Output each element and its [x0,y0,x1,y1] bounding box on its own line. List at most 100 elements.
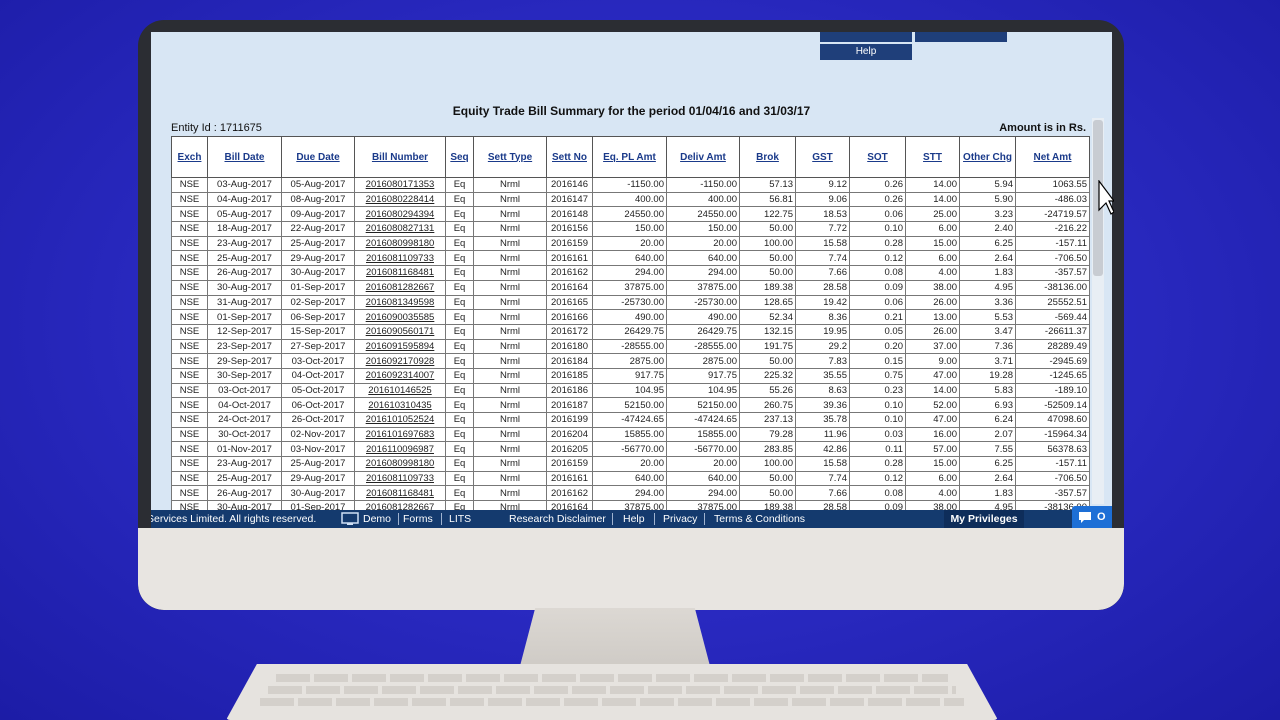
table-cell: 400.00 [666,191,740,208]
copyright-text: Services Limited. All rights reserved. [151,513,317,525]
column-header-exch[interactable]: Exch [171,136,208,178]
table-row: NSE 25-Aug-2017 29-Aug-2017 2016081109733 Eq… [171,470,1090,487]
column-header-brok[interactable]: Brok [739,136,796,178]
table-cell: 294.00 [666,265,740,281]
footer-link-terms[interactable]: Terms & Conditions [714,510,805,528]
table-cell: 2016166 [546,309,593,325]
table-row: NSE 03-Oct-2017 05-Oct-2017 201610146525 Eq N… [171,382,1090,399]
table-row: NSE 29-Sep-2017 03-Oct-2017 2016092170928 Eq… [171,353,1090,369]
column-header-other-chg[interactable]: Other Chg [959,136,1016,178]
table-cell: 122.75 [739,206,796,223]
footer-link-help[interactable]: Help [623,510,645,528]
footer-link-demo[interactable]: Demo [363,510,391,528]
bill-number-link[interactable]: 2016081109733 [354,250,446,267]
bill-number-link[interactable]: 2016092170928 [354,353,446,369]
column-header-eq-pl-amt[interactable]: Eq. PL Amt [592,136,667,178]
table-cell: 100.00 [739,235,796,252]
table-cell: Nrml [473,397,547,413]
table-cell: 400.00 [592,191,667,208]
column-header-net-amt[interactable]: Net Amt [1015,136,1090,178]
column-header-bill-date[interactable]: Bill Date [207,136,282,178]
column-header-gst[interactable]: GST [795,136,850,178]
help-button[interactable]: Help [820,44,912,60]
table-cell: 02-Sep-2017 [281,294,355,311]
export-button[interactable] [820,32,912,42]
bill-number-link[interactable]: 2016080827131 [354,221,446,237]
bill-number-link[interactable]: 2016092314007 [354,367,446,384]
bill-number-link[interactable]: 2016091595894 [354,338,446,355]
print-button[interactable] [915,32,1007,42]
table-cell: NSE [171,265,208,281]
footer-link-privacy[interactable]: Privacy [663,510,697,528]
footer-link-forms[interactable]: Forms [403,510,433,528]
table-cell: 26-Aug-2017 [207,265,282,281]
bill-number-link[interactable]: 2016081168481 [354,265,446,281]
table-row: NSE 18-Aug-2017 22-Aug-2017 2016080827131 Eq… [171,221,1090,237]
column-header-due-date[interactable]: Due Date [281,136,355,178]
my-privileges-button[interactable]: My Privileges [944,510,1024,528]
table-cell: 05-Aug-2017 [281,177,355,193]
table-cell: 0.08 [849,485,906,502]
table-cell: Nrml [473,294,547,311]
table-cell: -24719.57 [1015,206,1090,223]
column-header-seq[interactable]: Seq [445,136,474,178]
bill-number-link[interactable]: 2016080294394 [354,206,446,223]
table-cell: 2.64 [959,250,1016,267]
column-header-stt[interactable]: STT [905,136,960,178]
table-cell: 225.32 [739,367,796,384]
bill-number-link[interactable]: 2016081109733 [354,470,446,487]
table-cell: 4.00 [905,485,960,502]
bill-number-link[interactable]: 2016080228414 [354,191,446,208]
column-header-sett-type[interactable]: Sett Type [473,136,547,178]
table-cell: 490.00 [592,309,667,325]
column-header-sot[interactable]: SOT [849,136,906,178]
divider [398,513,399,525]
table-cell: 05-Oct-2017 [281,382,355,399]
bill-number-link[interactable]: 2016080998180 [354,456,446,472]
table-cell: 42.86 [795,441,850,458]
table-cell: 1.83 [959,265,1016,281]
table-cell: 0.10 [849,412,906,428]
table-cell: 39.36 [795,397,850,413]
table-cell: 26429.75 [592,323,667,340]
bill-number-link[interactable]: 2016080171353 [354,177,446,193]
table-cell: 30-Aug-2017 [207,279,282,296]
bill-number-link[interactable]: 2016080998180 [354,235,446,252]
table-cell: 56.81 [739,191,796,208]
table-cell: 15.58 [795,456,850,472]
table-cell: 30-Sep-2017 [207,367,282,384]
table-cell: Nrml [473,221,547,237]
bill-number-link[interactable]: 2016101052524 [354,412,446,428]
footer-link-lits[interactable]: LITS [449,510,471,528]
table-cell: NSE [171,206,208,223]
column-header-bill-number[interactable]: Bill Number [354,136,446,178]
bill-number-link[interactable]: 2016081282667 [354,279,446,296]
table-cell: 2.40 [959,221,1016,237]
footer-link-research-disclaimer[interactable]: Research Disclaimer [509,510,606,528]
bill-number-link[interactable]: 201610310435 [354,397,446,413]
bill-number-link[interactable]: 2016090035585 [354,309,446,325]
monitor-icon[interactable] [341,512,359,528]
table-cell: 28.58 [795,279,850,296]
table-cell: 2.07 [959,426,1016,443]
keyboard-keys [260,698,964,706]
table-cell: 0.26 [849,177,906,193]
bill-number-link[interactable]: 2016081168481 [354,485,446,502]
table-cell: 294.00 [666,485,740,502]
table-cell: 19.42 [795,294,850,311]
column-header-sett-no[interactable]: Sett No [546,136,593,178]
table-cell: NSE [171,309,208,325]
table-cell: 150.00 [666,221,740,237]
amount-note: Amount is in Rs. [999,122,1086,134]
chat-button[interactable]: O [1072,506,1112,528]
bill-number-link[interactable]: 2016101697683 [354,426,446,443]
table-cell: 35.55 [795,367,850,384]
column-header-deliv-amt[interactable]: Deliv Amt [666,136,740,178]
bill-number-link[interactable]: 2016110096987 [354,441,446,458]
table-cell: NSE [171,470,208,487]
bill-number-link[interactable]: 201610146525 [354,382,446,399]
table-cell: 57.00 [905,441,960,458]
table-cell: 3.36 [959,294,1016,311]
bill-number-link[interactable]: 2016081349598 [354,294,446,311]
bill-number-link[interactable]: 2016090560171 [354,323,446,340]
